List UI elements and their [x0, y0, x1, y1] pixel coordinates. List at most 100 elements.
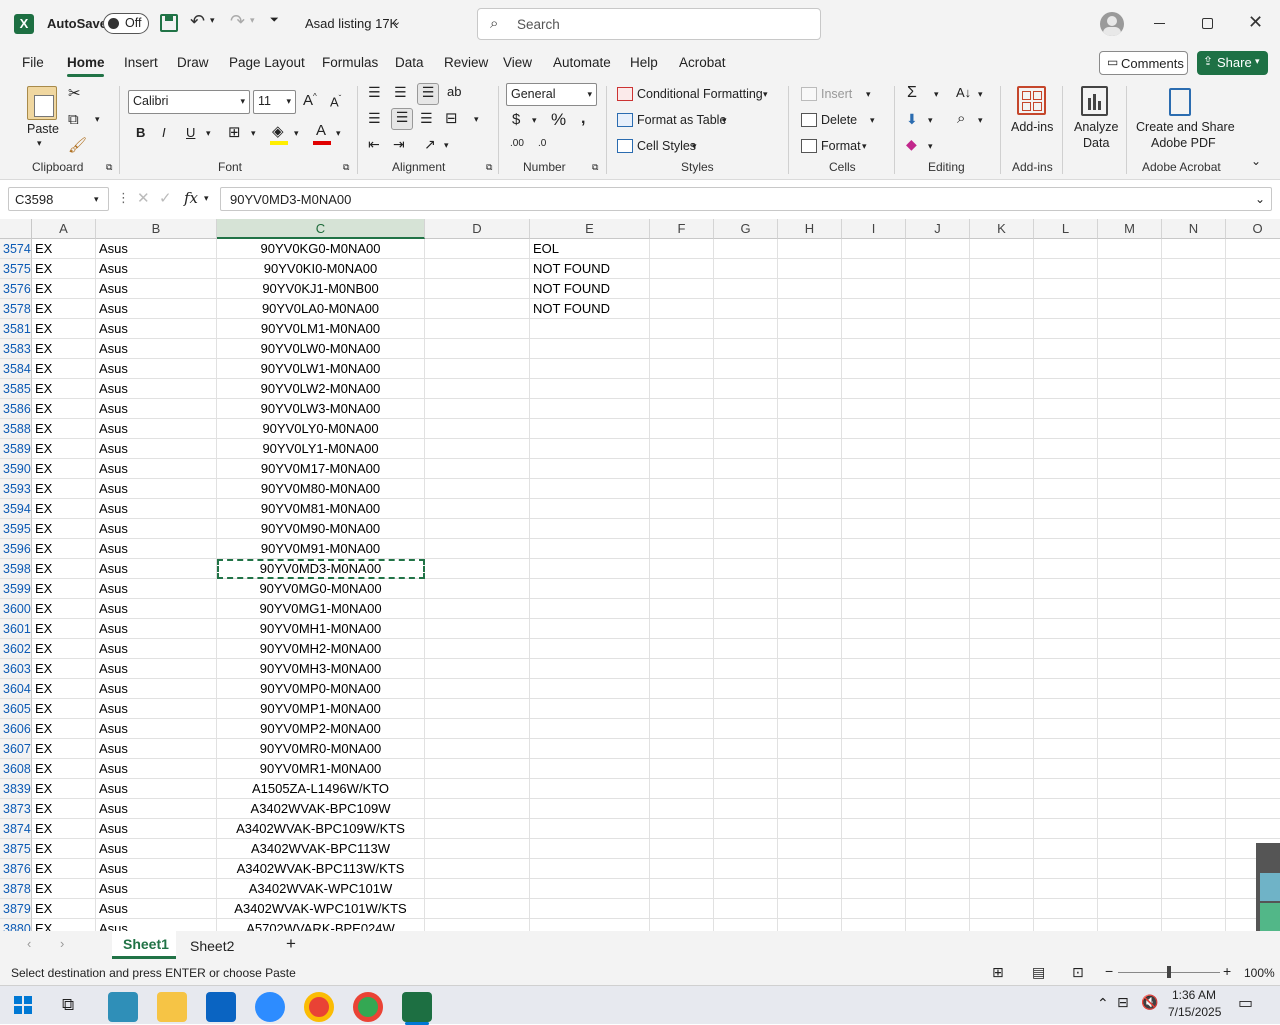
cell-l[interactable]: [1034, 459, 1098, 479]
cell-i[interactable]: [842, 479, 906, 499]
row-header[interactable]: 3584: [0, 359, 32, 379]
cell-g[interactable]: [714, 799, 778, 819]
cell-m[interactable]: [1098, 739, 1162, 759]
cell-b[interactable]: Asus: [96, 659, 217, 679]
cell-h[interactable]: [778, 659, 842, 679]
column-header-f[interactable]: F: [650, 219, 714, 239]
cell-c[interactable]: 90YV0LW2-M0NA00: [217, 379, 425, 399]
cell-d[interactable]: [425, 759, 530, 779]
cell-i[interactable]: [842, 839, 906, 859]
sheet-tab-sheet1[interactable]: Sheet1: [112, 931, 176, 959]
borders-dropdown-icon[interactable]: ▾: [251, 128, 256, 139]
cell-a[interactable]: EX: [32, 339, 96, 359]
cell-m[interactable]: [1098, 799, 1162, 819]
cell-i[interactable]: [842, 779, 906, 799]
cell-o[interactable]: [1226, 659, 1280, 679]
cell-f[interactable]: [650, 239, 714, 259]
cell-i[interactable]: [842, 339, 906, 359]
cell-f[interactable]: [650, 799, 714, 819]
cell-n[interactable]: [1162, 899, 1226, 919]
page-layout-view-icon[interactable]: ▤: [1032, 964, 1045, 981]
cell-d[interactable]: [425, 819, 530, 839]
next-sheet-icon[interactable]: ›: [60, 936, 64, 951]
row-header[interactable]: 3595: [0, 519, 32, 539]
cell-j[interactable]: [906, 599, 970, 619]
formula-input[interactable]: 90YV0MD3-M0NA00 ⌄: [220, 187, 1272, 211]
cell-h[interactable]: [778, 259, 842, 279]
row-header[interactable]: 3876: [0, 859, 32, 879]
italic-icon[interactable]: I: [162, 125, 166, 140]
number-format-select[interactable]: General ▾: [506, 83, 597, 106]
chrome-profile-icon[interactable]: [353, 992, 383, 1022]
cell-h[interactable]: [778, 579, 842, 599]
row-header[interactable]: 3605: [0, 699, 32, 719]
cell-d[interactable]: [425, 259, 530, 279]
cell-j[interactable]: [906, 439, 970, 459]
cell-h[interactable]: [778, 539, 842, 559]
cell-n[interactable]: [1162, 799, 1226, 819]
menu-page-layout[interactable]: Page Layout: [229, 55, 305, 70]
cell-c[interactable]: A3402WVAK-WPC101W/KTS: [217, 899, 425, 919]
cell-f[interactable]: [650, 679, 714, 699]
cell-m[interactable]: [1098, 539, 1162, 559]
cell-k[interactable]: [970, 759, 1034, 779]
cell-f[interactable]: [650, 879, 714, 899]
cell-j[interactable]: [906, 819, 970, 839]
addins-label[interactable]: Add-ins: [1011, 120, 1053, 134]
minimize-icon[interactable]: [1154, 23, 1165, 24]
cell-g[interactable]: [714, 699, 778, 719]
cell-b[interactable]: Asus: [96, 719, 217, 739]
cell-d[interactable]: [425, 779, 530, 799]
cell-i[interactable]: [842, 699, 906, 719]
cell-h[interactable]: [778, 519, 842, 539]
show-hidden-icons-icon[interactable]: ⌃: [1097, 995, 1109, 1012]
cell-b[interactable]: Asus: [96, 759, 217, 779]
column-header-e[interactable]: E: [530, 219, 650, 239]
file-explorer-icon[interactable]: [157, 992, 187, 1022]
cell-d[interactable]: [425, 539, 530, 559]
cell-j[interactable]: [906, 699, 970, 719]
cell-h[interactable]: [778, 399, 842, 419]
increase-decimal-icon[interactable]: .00: [510, 138, 524, 149]
cell-h[interactable]: [778, 439, 842, 459]
share-button[interactable]: ⇪ Share ▾: [1197, 51, 1268, 75]
cell-m[interactable]: [1098, 579, 1162, 599]
cell-b[interactable]: Asus: [96, 739, 217, 759]
cell-i[interactable]: [842, 739, 906, 759]
cell-j[interactable]: [906, 399, 970, 419]
cell-a[interactable]: EX: [32, 779, 96, 799]
cell-m[interactable]: [1098, 459, 1162, 479]
cell-k[interactable]: [970, 659, 1034, 679]
percent-icon[interactable]: %: [551, 110, 566, 130]
cell-o[interactable]: [1226, 279, 1280, 299]
cell-l[interactable]: [1034, 379, 1098, 399]
comma-style-icon[interactable]: ,: [581, 110, 585, 128]
cell-k[interactable]: [970, 579, 1034, 599]
cell-g[interactable]: [714, 839, 778, 859]
row-header[interactable]: 3874: [0, 819, 32, 839]
close-icon[interactable]: ✕: [1248, 12, 1263, 33]
cell-l[interactable]: [1034, 899, 1098, 919]
cell-g[interactable]: [714, 279, 778, 299]
cell-b[interactable]: Asus: [96, 519, 217, 539]
cell-h[interactable]: [778, 799, 842, 819]
cell-k[interactable]: [970, 399, 1034, 419]
cell-c[interactable]: 90YV0LW0-M0NA00: [217, 339, 425, 359]
cell-b[interactable]: Asus: [96, 839, 217, 859]
cell-e[interactable]: [530, 739, 650, 759]
cell-l[interactable]: [1034, 279, 1098, 299]
cell-o[interactable]: [1226, 819, 1280, 839]
cell-e[interactable]: [530, 859, 650, 879]
cell-n[interactable]: [1162, 639, 1226, 659]
cell-m[interactable]: [1098, 279, 1162, 299]
cell-j[interactable]: [906, 859, 970, 879]
font-size-select[interactable]: 11 ▾: [253, 90, 296, 114]
row-header[interactable]: 3590: [0, 459, 32, 479]
cell-e[interactable]: [530, 399, 650, 419]
cell-g[interactable]: [714, 299, 778, 319]
cell-n[interactable]: [1162, 919, 1226, 931]
menu-draw[interactable]: Draw: [177, 55, 209, 70]
cell-f[interactable]: [650, 919, 714, 931]
cell-f[interactable]: [650, 319, 714, 339]
cell-h[interactable]: [778, 559, 842, 579]
